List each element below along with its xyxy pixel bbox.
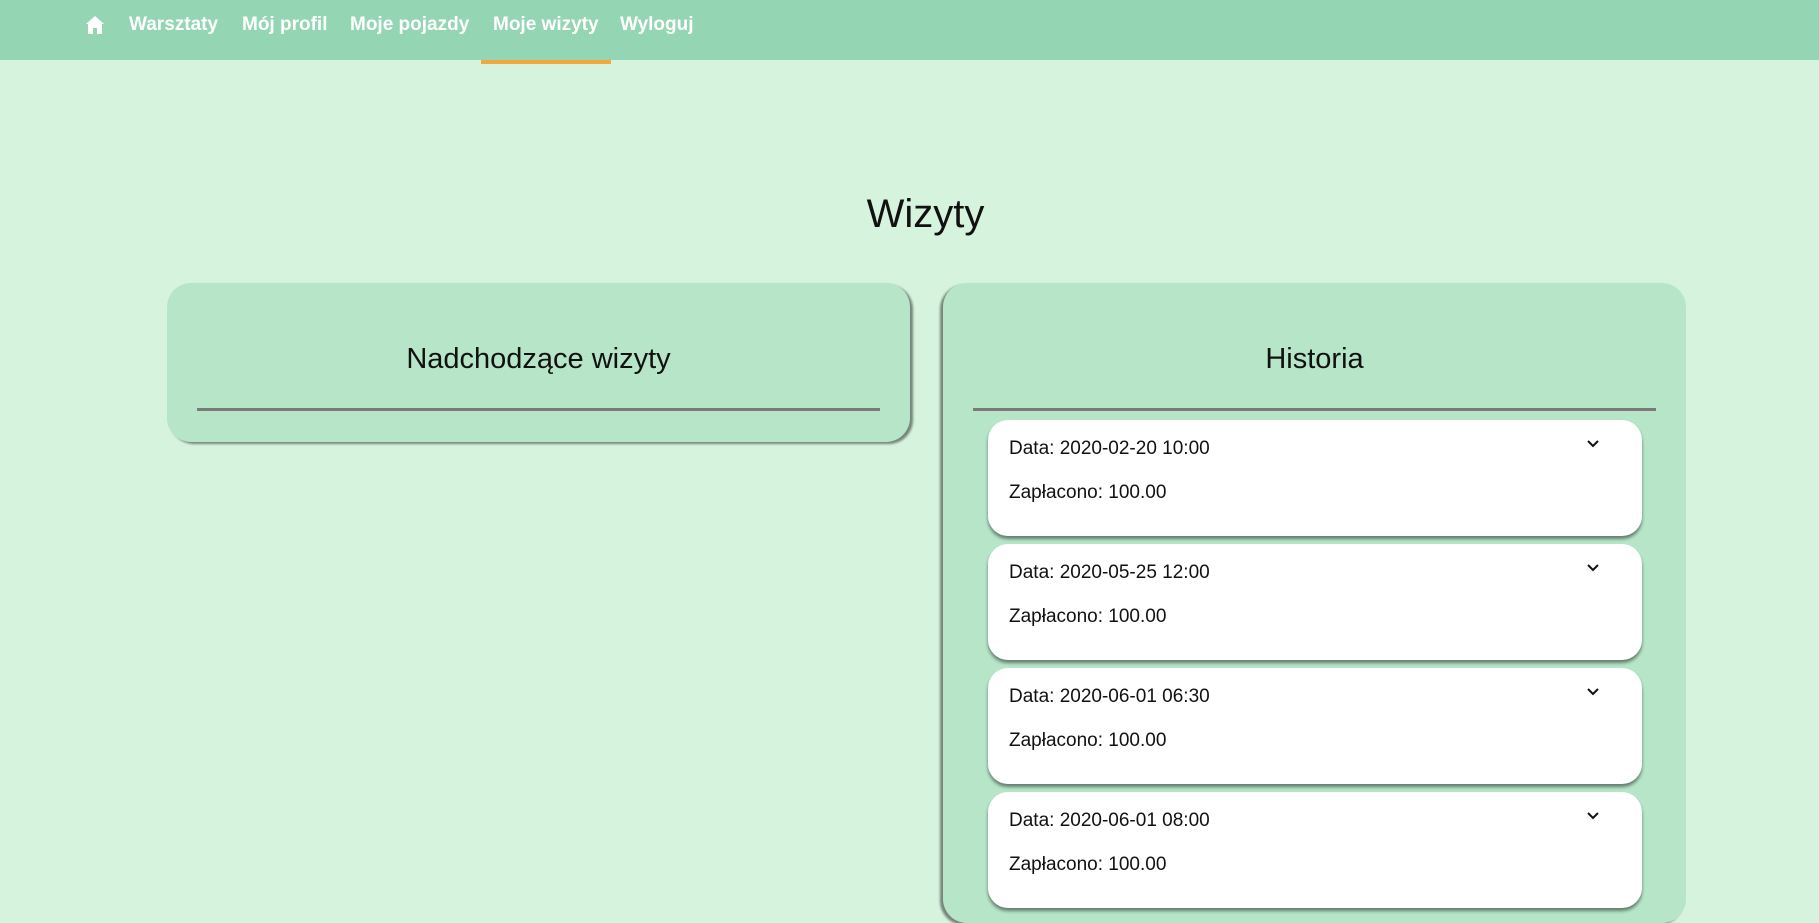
- nav-item-moje-wizyty[interactable]: Moje wizyty: [481, 0, 611, 64]
- visit-date: Data: 2020-06-01 08:00: [1009, 810, 1210, 831]
- visit-card[interactable]: Data: 2020-06-01 06:30 Zapłacono: 100.00: [988, 668, 1642, 784]
- chevron-down-icon[interactable]: [1586, 686, 1600, 696]
- home-icon[interactable]: [85, 15, 105, 35]
- nav-item-wyloguj[interactable]: Wyloguj: [620, 0, 694, 60]
- visit-date: Data: 2020-06-01 06:30: [1009, 686, 1210, 707]
- visit-date: Data: 2020-02-20 10:00: [1009, 438, 1210, 459]
- visit-paid-amount: Zapłacono: 100.00: [1009, 606, 1167, 627]
- history-panel: Historia Data: 2020-02-20 10:00 Zapłacon…: [943, 283, 1686, 923]
- visit-date: Data: 2020-05-25 12:00: [1009, 562, 1210, 583]
- history-title: Historia: [1265, 343, 1364, 375]
- chevron-down-icon[interactable]: [1586, 438, 1600, 448]
- top-navbar: Warsztaty Mój profil Moje pojazdy Moje w…: [0, 0, 1819, 64]
- visit-paid-amount: Zapłacono: 100.00: [1009, 730, 1167, 751]
- visit-paid-amount: Zapłacono: 100.00: [1009, 482, 1167, 503]
- divider: [197, 408, 880, 411]
- chevron-down-icon[interactable]: [1586, 810, 1600, 820]
- nav-item-warsztaty[interactable]: Warsztaty: [129, 0, 218, 60]
- visit-card[interactable]: Data: 2020-06-01 08:00 Zapłacono: 100.00: [988, 792, 1642, 908]
- page-title: Wizyty: [866, 192, 985, 236]
- nav-item-moje-pojazdy[interactable]: Moje pojazdy: [350, 0, 469, 60]
- nav-item-moj-profil[interactable]: Mój profil: [242, 0, 327, 60]
- divider: [973, 408, 1656, 411]
- upcoming-visits-title: Nadchodzące wizyty: [406, 343, 671, 375]
- visit-card[interactable]: Data: 2020-05-25 12:00 Zapłacono: 100.00: [988, 544, 1642, 660]
- upcoming-visits-panel: Nadchodzące wizyty: [167, 283, 910, 442]
- chevron-down-icon[interactable]: [1586, 562, 1600, 572]
- visit-card[interactable]: Data: 2020-02-20 10:00 Zapłacono: 100.00: [988, 420, 1642, 536]
- visit-paid-amount: Zapłacono: 100.00: [1009, 854, 1167, 875]
